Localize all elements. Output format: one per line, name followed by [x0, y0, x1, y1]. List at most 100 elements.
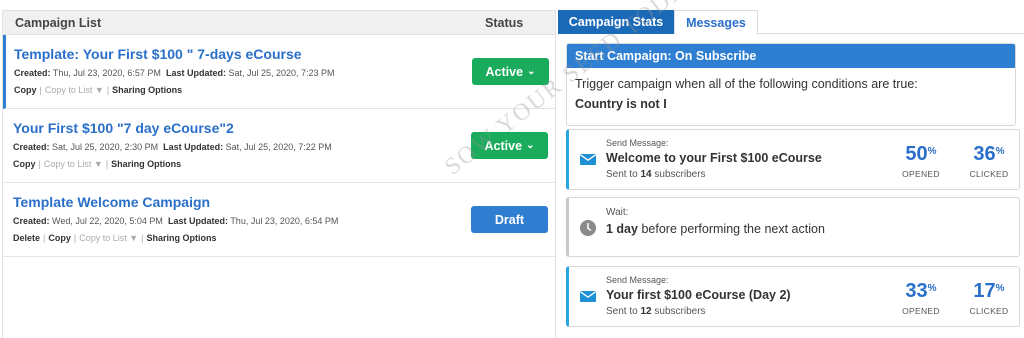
separator: |	[141, 233, 144, 243]
campaign-actions: Copy | Copy to List ▼ | Sharing Options	[14, 85, 182, 95]
sent-count: Sent to 12 subscribers	[606, 306, 706, 317]
copy-to-list-link[interactable]: Copy to List	[79, 233, 127, 243]
campaign-list-header: Campaign List Status	[3, 11, 555, 35]
campaign-title[interactable]: Template: Your First $100 " 7-days eCour…	[14, 46, 302, 62]
status-label: Draft	[494, 212, 525, 227]
copy-link[interactable]: Copy	[48, 233, 71, 243]
campaign-stats-panel: Campaign Stats Messages Start Campaign: …	[558, 10, 1024, 338]
campaign-actions: Delete | Copy | Copy to List ▼ | Sharing Optio…	[13, 233, 217, 243]
status-dropdown-button[interactable]: Active ⌄	[472, 58, 549, 85]
message-subject[interactable]: Welcome to your First $100 eCourse	[606, 151, 822, 165]
trigger-condition: Country is not I	[575, 97, 667, 111]
separator: |	[43, 233, 46, 243]
wait-description: 1 day before performing the next action	[606, 222, 825, 236]
updated-value: Sat, Jul 25, 2020, 7:22 PM	[225, 142, 332, 152]
step-label: Send Message:	[606, 275, 669, 285]
sharing-options-link[interactable]: Sharing Options	[112, 85, 182, 95]
dropdown-arrow-icon[interactable]: ▼	[95, 85, 104, 95]
opened-stat: 33% OPENED	[891, 280, 951, 316]
opened-value: 33	[905, 280, 928, 302]
updated-label: Last Updated:	[167, 216, 228, 226]
status-label: Active	[484, 138, 523, 153]
campaign-row[interactable]: Template: Your First $100 " 7-days eCour…	[3, 35, 555, 109]
trigger-condition-intro: Trigger campaign when all of the followi…	[575, 77, 918, 91]
created-label: Created:	[13, 142, 50, 152]
sharing-options-link[interactable]: Sharing Options	[111, 159, 181, 169]
status-heading: Status	[485, 16, 524, 30]
trigger-header: Start Campaign: On Subscribe	[567, 44, 1015, 68]
copy-to-list-link[interactable]: Copy to List	[44, 159, 92, 169]
separator: |	[106, 85, 110, 95]
campaign-actions: Copy | Copy to List ▼ | Sharing Options	[13, 159, 181, 169]
opened-value: 50	[905, 143, 928, 165]
percent-sign: %	[927, 146, 937, 157]
percent-sign: %	[995, 146, 1005, 157]
send-message-step[interactable]: Send Message: Your first $100 eCourse (D…	[566, 266, 1020, 327]
percent-sign: %	[995, 283, 1005, 294]
wait-step[interactable]: Wait: 1 day before performing the next a…	[566, 197, 1020, 257]
updated-label: Last Updated:	[163, 142, 224, 152]
message-subject[interactable]: Your first $100 eCourse (Day 2)	[606, 288, 791, 302]
clicked-value: 36	[973, 143, 996, 165]
copy-link[interactable]: Copy	[13, 159, 36, 169]
sent-prefix: Sent to	[606, 169, 638, 180]
tab-campaign-stats[interactable]: Campaign Stats	[558, 10, 674, 34]
campaign-dates: Created: Sat, Jul 25, 2020, 2:30 PM Last…	[13, 142, 332, 152]
updated-value: Thu, Jul 23, 2020, 6:54 PM	[230, 216, 339, 226]
sent-prefix: Sent to	[606, 306, 638, 317]
status-label: Active	[485, 64, 524, 79]
trigger-card: Start Campaign: On Subscribe Trigger cam…	[566, 43, 1016, 126]
clicked-stat: 36% CLICKED	[959, 143, 1019, 179]
created-value: Sat, Jul 25, 2020, 2:30 PM	[52, 142, 159, 152]
campaign-title[interactable]: Your First $100 "7 day eCourse"2	[13, 120, 234, 136]
opened-caption: OPENED	[902, 306, 940, 316]
campaign-list-heading: Campaign List	[15, 16, 102, 30]
separator: |	[105, 159, 109, 169]
sharing-options-link[interactable]: Sharing Options	[147, 233, 217, 243]
campaign-title[interactable]: Template Welcome Campaign	[13, 194, 210, 210]
created-label: Created:	[13, 216, 50, 226]
chevron-down-icon: ⌄	[526, 140, 535, 151]
envelope-icon	[580, 154, 596, 165]
separator: |	[38, 159, 41, 169]
trigger-header-prefix: Start Campaign:	[575, 49, 672, 63]
send-message-step[interactable]: Send Message: Welcome to your First $100…	[566, 129, 1020, 190]
sent-number: 12	[640, 306, 652, 317]
separator: |	[73, 233, 77, 243]
campaign-row[interactable]: Your First $100 "7 day eCourse"2 Created…	[3, 109, 555, 183]
sent-count: Sent to 14 subscribers	[606, 169, 706, 180]
sent-suffix: subscribers	[654, 169, 706, 180]
sent-suffix: subscribers	[654, 306, 706, 317]
copy-link[interactable]: Copy	[14, 85, 37, 95]
delete-link[interactable]: Delete	[13, 233, 40, 243]
status-dropdown-button[interactable]: Active ⌄	[471, 132, 548, 159]
opened-stat: 50% OPENED	[891, 143, 951, 179]
wait-text: before performing the next action	[641, 222, 825, 236]
step-label: Send Message:	[606, 138, 669, 148]
campaign-dates: Created: Wed, Jul 22, 2020, 5:04 PM Last…	[13, 216, 338, 226]
campaign-row[interactable]: Template Welcome Campaign Created: Wed, …	[3, 183, 555, 257]
opened-caption: OPENED	[902, 169, 940, 179]
campaign-list-panel: Campaign List Status Template: Your Firs…	[2, 10, 556, 338]
clicked-stat: 17% CLICKED	[959, 280, 1019, 316]
app-root: Campaign List Status Template: Your Firs…	[0, 0, 1024, 338]
trigger-header-value: On Subscribe	[675, 49, 757, 63]
created-value: Wed, Jul 22, 2020, 5:04 PM	[52, 216, 163, 226]
dropdown-arrow-icon[interactable]: ▼	[94, 159, 103, 169]
created-label: Created:	[14, 68, 51, 78]
sent-number: 14	[640, 169, 652, 180]
status-dropdown-button[interactable]: Draft	[471, 206, 548, 233]
tab-messages[interactable]: Messages	[674, 10, 758, 34]
wait-duration: 1 day	[606, 222, 638, 236]
step-label: Wait:	[606, 207, 629, 218]
chevron-down-icon: ⌄	[527, 66, 536, 77]
envelope-icon	[580, 291, 596, 302]
campaign-dates: Created: Thu, Jul 23, 2020, 6:57 PM Last…	[14, 68, 335, 78]
created-value: Thu, Jul 23, 2020, 6:57 PM	[52, 68, 161, 78]
clicked-caption: CLICKED	[969, 306, 1009, 316]
copy-to-list-link[interactable]: Copy to List	[45, 85, 93, 95]
clock-icon	[580, 220, 596, 236]
clicked-caption: CLICKED	[969, 169, 1009, 179]
dropdown-arrow-icon[interactable]: ▼	[129, 233, 138, 243]
updated-value: Sat, Jul 25, 2020, 7:23 PM	[228, 68, 335, 78]
